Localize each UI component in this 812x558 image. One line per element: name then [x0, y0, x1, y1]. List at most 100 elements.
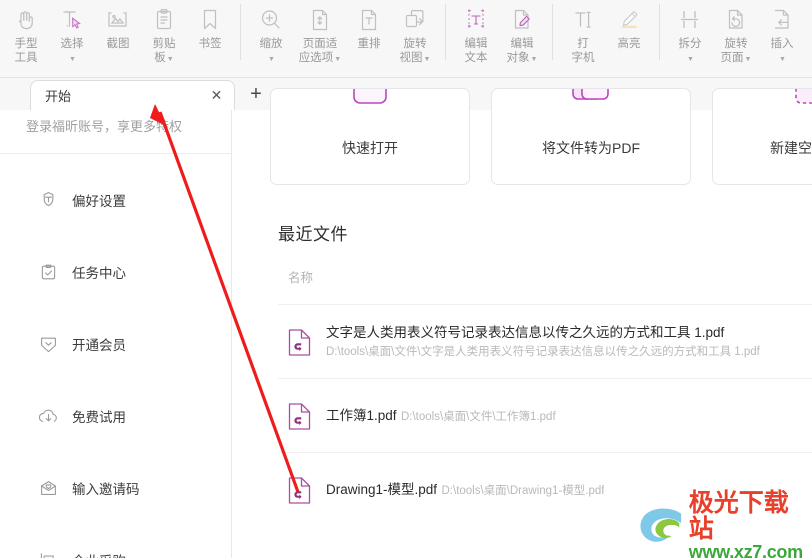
rotate-view-button[interactable]: 旋转 视图▼	[392, 0, 438, 68]
card-quick-open[interactable]: 快速打开	[270, 88, 470, 185]
chevron-down-icon[interactable]: ▼	[167, 56, 174, 63]
insert-button[interactable]: 插入 ▼	[759, 0, 805, 68]
file-path: D:\tools\桌面\文件\文字是人类用表义符号记录表达信息以传之久远的方式和…	[326, 346, 760, 358]
login-promo-text[interactable]: 登录福昕账号，享更多特权	[26, 116, 182, 135]
quick-open-icon	[348, 89, 392, 115]
watermark: 极光下载站 www.xz7.com	[638, 490, 806, 558]
watermark-logo-icon	[640, 508, 682, 542]
toolbar-group-view: 缩放 ▼ 页面适 应选项▼ 重排 旋转 视图▼	[245, 0, 441, 72]
hand-tool-label: 手型 工具	[14, 38, 38, 64]
page-fit-icon	[306, 6, 334, 34]
chevron-down-icon[interactable]: ▼	[334, 56, 341, 63]
edit-object-label: 编辑 对象▼	[506, 38, 538, 64]
chevron-down-icon[interactable]: ▼	[687, 56, 694, 63]
toolbar-group-comment: 打 字机 高亮	[557, 0, 655, 72]
tab-start[interactable]: 开始 ✕	[30, 80, 235, 110]
card-label: 新建空白文档	[770, 140, 812, 156]
close-icon[interactable]: ✕	[209, 88, 224, 103]
edit-object-button[interactable]: 编辑 对象▼	[499, 0, 545, 68]
typewriter-icon	[569, 6, 597, 34]
foxit-reader-window: 手型 工具 选择 ▼ 截图 剪贴 板▼ 书签 缩放 ▼ 页面适 应选项▼ 重排 …	[0, 0, 812, 558]
sidebar-list: 偏好设置 任务中心 开通会员 免费试用 输入邀请码	[0, 188, 232, 558]
new-blank-icon	[790, 89, 812, 115]
pdf-file-icon	[288, 402, 311, 430]
file-list-item[interactable]: 文字是人类用表义符号记录表达信息以传之久远的方式和工具 1.pdf D:\too…	[278, 305, 812, 379]
rotate-page-button[interactable]: 旋转 页面▼	[713, 0, 759, 68]
typewriter-label: 打 字机	[571, 38, 595, 64]
sidebar-item-label: 开通会员	[72, 338, 126, 353]
sidebar-divider	[0, 153, 232, 154]
sidebar-item-membership[interactable]: 开通会员	[0, 332, 232, 356]
pdf-file-icon	[288, 328, 311, 356]
hand-tool-button[interactable]: 手型 工具	[3, 0, 49, 68]
clipboard-button[interactable]: 剪贴 板▼	[141, 0, 187, 68]
watermark-name: 极光下载站	[688, 489, 789, 543]
page-fit-button[interactable]: 页面适 应选项▼	[294, 0, 346, 68]
select-tool-button[interactable]: 选择 ▼	[49, 0, 95, 68]
column-header-name: 名称	[288, 271, 314, 285]
task-center-icon	[38, 262, 58, 282]
chevron-down-icon[interactable]: ▼	[268, 56, 275, 63]
zoom-button[interactable]: 缩放 ▼	[248, 0, 294, 68]
toolbar-divider	[552, 4, 553, 60]
file-list-item[interactable]: 工作簿1.pdf D:\tools\桌面\文件\工作簿1.pdf	[278, 379, 812, 453]
toolbar-divider	[445, 4, 446, 60]
chevron-down-icon[interactable]: ▼	[424, 56, 431, 63]
card-label: 将文件转为PDF	[542, 140, 640, 156]
preferences-icon	[38, 190, 58, 210]
split-label: 拆分 ▼	[678, 38, 702, 63]
file-text: 文字是人类用表义符号记录表达信息以传之久远的方式和工具 1.pdf D:\too…	[326, 323, 812, 361]
toolbar-group-basic: 手型 工具 选择 ▼ 截图 剪贴 板▼ 书签	[0, 0, 236, 72]
new-tab-button[interactable]: +	[245, 84, 267, 106]
edit-text-label: 编辑 文本	[464, 38, 488, 64]
enterprise-purchase-icon	[38, 550, 58, 558]
chevron-down-icon[interactable]: ▼	[531, 56, 538, 63]
edit-text-button[interactable]: 编辑 文本	[453, 0, 499, 68]
card-convert-to-pdf[interactable]: 将文件转为PDF	[491, 88, 691, 185]
card-label: 快速打开	[342, 140, 398, 156]
sidebar-item-task-center[interactable]: 任务中心	[0, 260, 232, 284]
split-button[interactable]: 拆分 ▼	[667, 0, 713, 68]
sidebar-item-enterprise-purchase[interactable]: 企业采购	[0, 548, 232, 558]
select-tool-label: 选择 ▼	[60, 38, 84, 63]
file-path: D:\tools\桌面\文件\工作簿1.pdf	[400, 411, 556, 423]
file-path: D:\tools\桌面\Drawing1-模型.pdf	[441, 485, 605, 497]
sidebar-item-label: 输入邀请码	[72, 482, 140, 497]
edit-text-icon	[462, 6, 490, 34]
file-name: 文字是人类用表义符号记录表达信息以传之久远的方式和工具 1.pdf	[326, 325, 725, 340]
toolbar-divider	[659, 4, 660, 60]
tab-title: 开始	[45, 89, 72, 104]
rotate-page-icon	[722, 6, 750, 34]
highlight-button[interactable]: 高亮	[606, 0, 652, 68]
watermark-url: www.xz7.com	[688, 542, 803, 558]
sidebar-item-preferences[interactable]: 偏好设置	[0, 188, 232, 212]
sidebar-item-invite-code[interactable]: 输入邀请码	[0, 476, 232, 500]
card-new-blank[interactable]: 新建空白文档	[712, 88, 812, 185]
chevron-down-icon[interactable]: ▼	[69, 56, 76, 63]
sidebar-item-free-trial[interactable]: 免费试用	[0, 404, 232, 428]
sidebar-item-label: 企业采购	[72, 550, 126, 558]
toolbar-group-page: 拆分 ▼ 旋转 页面▼ 插入 ▼	[664, 0, 808, 72]
convert-to-pdf-icon	[569, 89, 613, 115]
clipboard-label: 剪贴 板▼	[152, 38, 176, 64]
reflow-label: 重排	[357, 38, 381, 50]
free-trial-icon	[38, 406, 58, 426]
invite-code-icon	[38, 478, 58, 498]
zoom-icon	[257, 6, 285, 34]
sidebar-item-label: 免费试用	[72, 410, 126, 425]
chevron-down-icon[interactable]: ▼	[745, 56, 752, 63]
reflow-icon	[355, 6, 383, 34]
ribbon-toolbar: 手型 工具 选择 ▼ 截图 剪贴 板▼ 书签 缩放 ▼ 页面适 应选项▼ 重排 …	[0, 0, 812, 78]
watermark-text: 极光下载站 www.xz7.com	[689, 490, 806, 558]
highlight-label: 高亮	[617, 38, 641, 50]
bookmark-button[interactable]: 书签	[187, 0, 233, 68]
chevron-down-icon[interactable]: ▼	[779, 56, 786, 63]
file-text: 工作簿1.pdf D:\tools\桌面\文件\工作簿1.pdf	[326, 406, 556, 426]
reflow-button[interactable]: 重排	[346, 0, 392, 68]
rotate-view-icon	[401, 6, 429, 34]
screenshot-button[interactable]: 截图	[95, 0, 141, 68]
typewriter-button[interactable]: 打 字机	[560, 0, 606, 68]
insert-label: 插入 ▼	[770, 38, 794, 63]
recent-files-title: 最近文件	[278, 225, 348, 244]
bookmark-icon	[196, 6, 224, 34]
